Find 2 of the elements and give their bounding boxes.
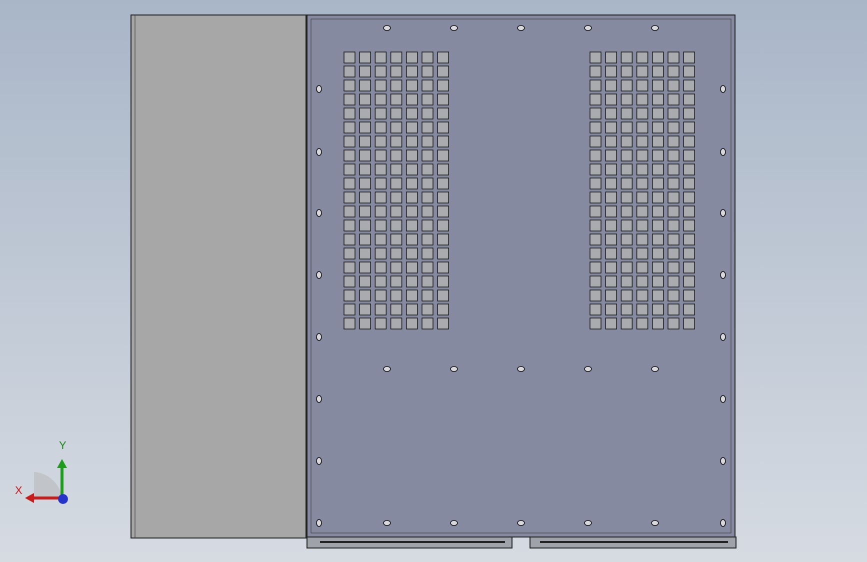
y-axis-label: Y xyxy=(59,441,66,452)
x-axis-label: X xyxy=(15,486,22,497)
